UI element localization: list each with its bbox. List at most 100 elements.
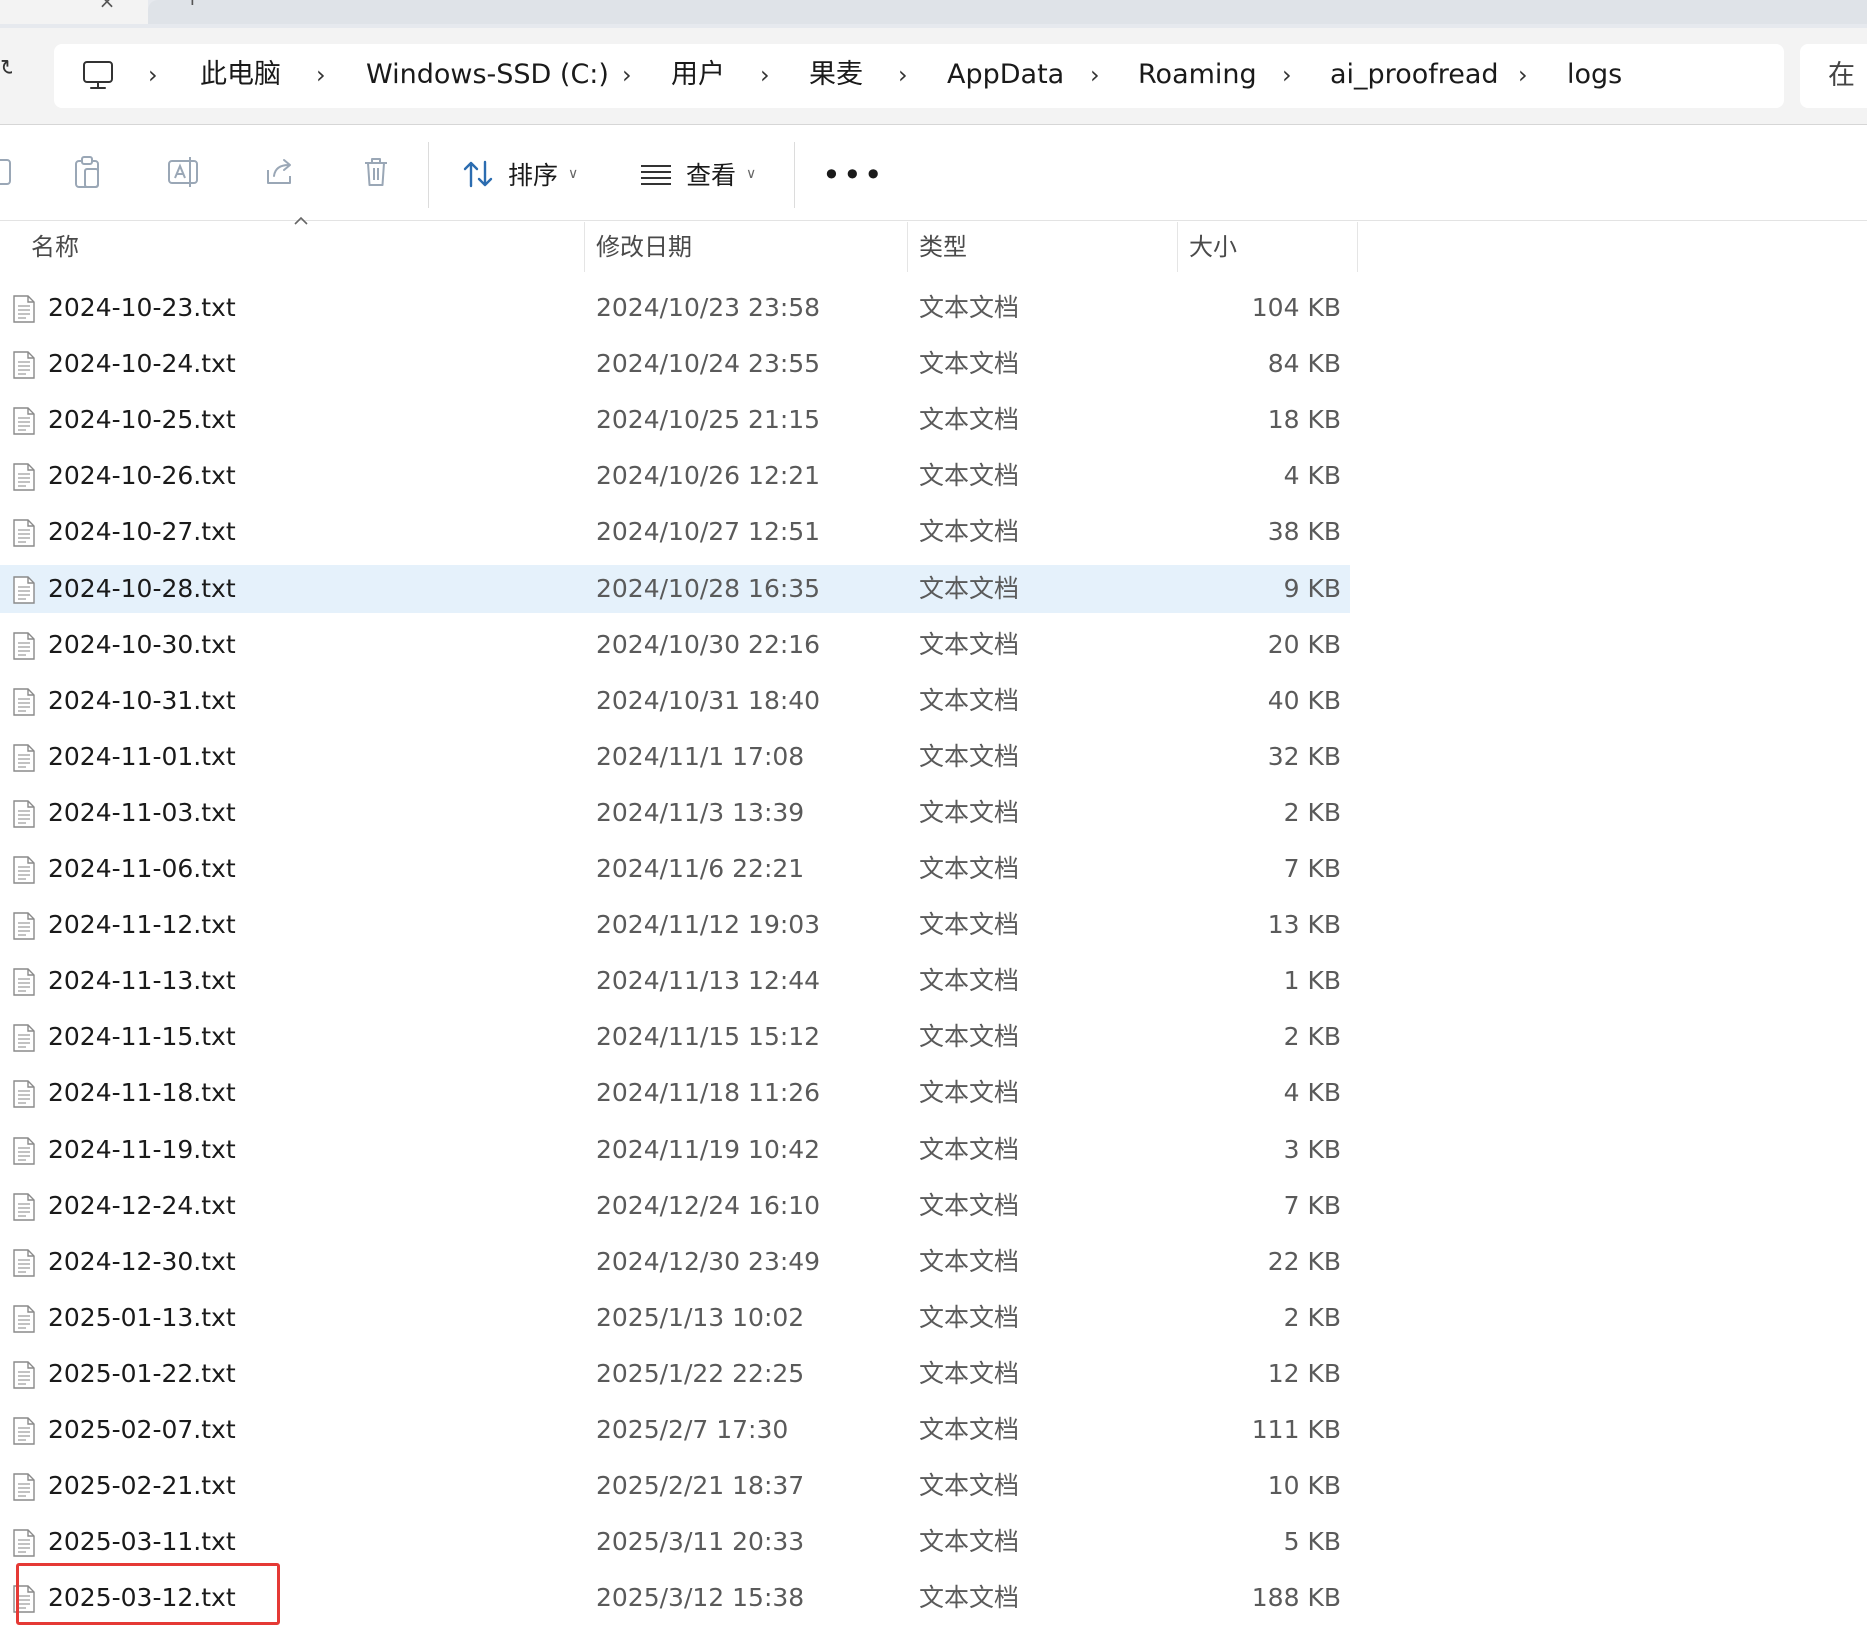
sort-label: 排序 [508, 161, 559, 190]
file-name[interactable]: 2024-10-28.txt [48, 565, 236, 613]
text-file-icon [13, 1136, 35, 1165]
file-name[interactable]: 2025-01-13.txt [48, 1294, 236, 1342]
file-date: 2024/10/24 23:55 [596, 349, 821, 379]
breadcrumb-item[interactable]: logs [1567, 55, 1622, 95]
breadcrumb-chevron-icon[interactable]: › [760, 55, 770, 95]
file-name[interactable]: 2024-10-31.txt [48, 677, 236, 725]
breadcrumb-item[interactable]: AppData [947, 55, 1064, 95]
file-name[interactable]: 2024-11-12.txt [48, 901, 236, 949]
file-row[interactable]: 2024-10-27.txt 2024/10/27 12:51 文本文档 38 KB [0, 508, 1350, 556]
breadcrumb-item[interactable]: 果麦 [809, 55, 863, 95]
file-size: 10 KB [1267, 1471, 1341, 1501]
breadcrumb-item[interactable]: Windows-SSD (C:) [366, 55, 609, 95]
breadcrumb-chevron-icon[interactable]: › [622, 55, 632, 95]
file-row[interactable]: 2024-11-03.txt 2024/11/3 13:39 文本文档 2 KB [0, 789, 1350, 837]
file-row[interactable]: 2025-02-07.txt 2025/2/7 17:30 文本文档 111 KB [0, 1406, 1350, 1454]
file-type: 文本文档 [919, 966, 1020, 996]
file-row[interactable]: 2025-02-21.txt 2025/2/21 18:37 文本文档 10 KB [0, 1462, 1350, 1510]
file-row[interactable]: 2025-01-22.txt 2025/1/22 22:25 文本文档 12 KB [0, 1350, 1350, 1398]
file-size: 4 KB [1283, 461, 1341, 491]
file-name[interactable]: 2024-11-13.txt [48, 957, 236, 1005]
file-row[interactable]: 2024-11-06.txt 2024/11/6 22:21 文本文档 7 KB [0, 845, 1350, 893]
file-row[interactable]: 2024-10-30.txt 2024/10/30 22:16 文本文档 20 KB [0, 621, 1350, 669]
file-date: 2024/10/23 23:58 [596, 293, 821, 322]
file-name[interactable]: 2024-11-18.txt [48, 1069, 236, 1117]
paste-icon[interactable] [68, 152, 108, 192]
file-name[interactable]: 2025-02-21.txt [48, 1462, 236, 1510]
tab-close-icon[interactable]: × [94, 0, 120, 14]
column-divider[interactable] [1177, 222, 1178, 272]
file-name[interactable]: 2024-10-27.txt [48, 508, 236, 556]
search-box[interactable]: 在 [1800, 44, 1867, 108]
view-button[interactable]: 查看 ∨ [638, 152, 756, 196]
breadcrumb-item[interactable]: ai_proofread [1330, 55, 1499, 95]
file-date: 2024/12/30 23:49 [596, 1246, 821, 1276]
file-name[interactable]: 2024-12-24.txt [48, 1182, 236, 1230]
toolbar-divider [794, 142, 795, 208]
file-row[interactable]: 2024-11-15.txt 2024/11/15 15:12 文本文档 2 KB [0, 1013, 1350, 1061]
breadcrumb-item[interactable]: Roaming [1138, 55, 1257, 95]
file-name[interactable]: 2024-10-23.txt [48, 284, 236, 332]
file-row[interactable]: 2025-01-13.txt 2025/1/13 10:02 文本文档 2 KB [0, 1294, 1350, 1342]
file-row[interactable]: 2024-10-25.txt 2024/10/25 21:15 文本文档 18 KB [0, 396, 1350, 444]
file-row[interactable]: 2024-10-28.txt 2024/10/28 16:35 文本文档 9 KB [0, 564, 1350, 613]
file-row[interactable]: 2024-12-30.txt 2024/12/30 23:49 文本文档 22 KB [0, 1238, 1350, 1286]
breadcrumb-chevron-icon[interactable]: › [898, 55, 908, 95]
text-file-icon [13, 1080, 35, 1109]
file-row[interactable]: 2025-03-11.txt 2025/3/11 20:33 文本文档 5 KB [0, 1518, 1350, 1566]
breadcrumb-item[interactable]: 此电脑 [200, 55, 281, 95]
breadcrumb-chevron-icon[interactable]: › [316, 55, 326, 95]
sort-button[interactable]: 排序 ∨ [460, 152, 578, 196]
file-name[interactable]: 2024-11-03.txt [48, 789, 236, 837]
refresh-icon[interactable]: ↻ [0, 56, 12, 86]
rename-icon[interactable] [164, 152, 204, 192]
column-header-name[interactable]: 名称 [31, 222, 79, 272]
file-date: 2024/11/13 12:44 [596, 966, 821, 996]
file-name[interactable]: 2024-11-06.txt [48, 845, 236, 893]
file-name[interactable]: 2024-12-30.txt [48, 1238, 236, 1286]
file-date: 2024/12/24 16:10 [596, 1190, 821, 1220]
file-type: 文本文档 [919, 910, 1020, 940]
text-file-icon [13, 351, 35, 379]
breadcrumb-chevron-icon[interactable]: › [1282, 55, 1292, 95]
file-row[interactable]: 2024-10-26.txt 2024/10/26 12:21 文本文档 4 KB [0, 452, 1350, 500]
file-name[interactable]: 2025-01-22.txt [48, 1350, 236, 1398]
file-name[interactable]: 2024-11-15.txt [48, 1013, 236, 1061]
file-name[interactable]: 2024-10-26.txt [48, 452, 236, 500]
file-row[interactable]: 2024-11-01.txt 2024/11/1 17:08 文本文档 32 KB [0, 733, 1350, 781]
share-icon[interactable] [260, 152, 300, 192]
file-name[interactable]: 2024-11-19.txt [48, 1126, 236, 1174]
column-header-type[interactable]: 类型 [919, 222, 967, 272]
computer-icon[interactable] [80, 57, 116, 93]
file-row[interactable]: 2024-10-31.txt 2024/10/31 18:40 文本文档 40 KB [0, 677, 1350, 725]
column-divider[interactable] [584, 222, 585, 272]
breadcrumb-chevron-icon[interactable]: › [1518, 55, 1528, 95]
copy-icon[interactable] [0, 152, 22, 192]
breadcrumb-item[interactable]: 用户 [671, 55, 725, 95]
file-name[interactable]: 2024-10-30.txt [48, 621, 236, 669]
breadcrumb-chevron-icon[interactable]: › [148, 55, 158, 95]
column-divider[interactable] [907, 222, 908, 272]
new-tab-icon[interactable]: + [184, 0, 204, 10]
file-row[interactable]: 2024-11-18.txt 2024/11/18 11:26 文本文档 4 KB [0, 1069, 1350, 1117]
file-name[interactable]: 2024-11-01.txt [48, 733, 236, 781]
file-name[interactable]: 2024-10-24.txt [48, 340, 236, 388]
file-row[interactable]: 2024-11-12.txt 2024/11/12 19:03 文本文档 13 KB [0, 901, 1350, 949]
breadcrumb-chevron-icon[interactable]: › [1090, 55, 1100, 95]
tab-previous[interactable] [0, 0, 148, 24]
file-type: 文本文档 [919, 1302, 1020, 1332]
file-row[interactable]: 2024-10-24.txt 2024/10/24 23:55 文本文档 84 KB [0, 340, 1350, 388]
file-row[interactable]: 2024-11-13.txt 2024/11/13 12:44 文本文档 1 KB [0, 957, 1350, 1005]
file-row[interactable]: 2024-12-24.txt 2024/12/24 16:10 文本文档 7 KB [0, 1182, 1350, 1230]
file-row[interactable]: 2024-11-19.txt 2024/11/19 10:42 文本文档 3 KB [0, 1126, 1350, 1174]
file-name[interactable]: 2025-03-11.txt [48, 1518, 236, 1566]
delete-icon[interactable] [356, 152, 396, 192]
column-divider[interactable] [1357, 222, 1358, 272]
column-header-size[interactable]: 大小 [1189, 222, 1237, 272]
column-header-date[interactable]: 修改日期 [596, 222, 692, 272]
more-options-icon[interactable]: ••• [822, 159, 885, 191]
file-name[interactable]: 2025-02-07.txt [48, 1406, 236, 1454]
file-row[interactable]: 2024-10-23.txt 2024/10/23 23:58 文本文档 104 KB [0, 284, 1350, 332]
tab-current[interactable] [148, 0, 1867, 24]
file-name[interactable]: 2024-10-25.txt [48, 396, 236, 444]
